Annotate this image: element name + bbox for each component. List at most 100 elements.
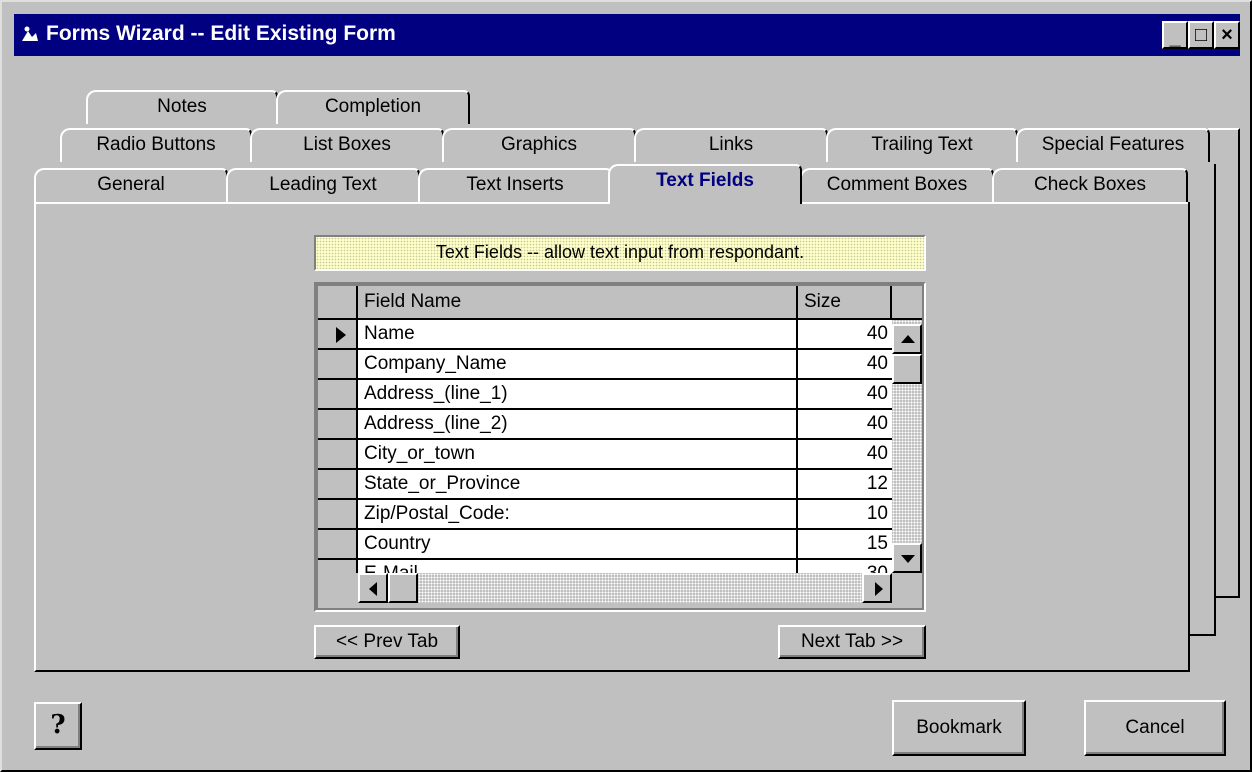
- tab-general[interactable]: General: [34, 168, 228, 202]
- field-name-cell[interactable]: State_or_Province: [358, 470, 798, 500]
- tab-label: Radio Buttons: [96, 134, 216, 155]
- info-banner: Text Fields -- allow text input from res…: [314, 235, 926, 271]
- close-icon: ×: [1221, 24, 1233, 46]
- banner-text: Text Fields -- allow text input from res…: [435, 242, 805, 262]
- tab-label: Special Features: [1041, 134, 1185, 155]
- size-cell[interactable]: 40: [798, 440, 892, 470]
- help-button[interactable]: ?: [34, 702, 82, 750]
- next-tab-button[interactable]: Next Tab >>: [778, 625, 926, 659]
- row-selector[interactable]: [318, 380, 358, 410]
- size-cell[interactable]: 30: [798, 560, 892, 573]
- size-cell[interactable]: 40: [798, 410, 892, 440]
- column-header-size[interactable]: Size: [798, 286, 892, 320]
- size-cell[interactable]: 12: [798, 470, 892, 500]
- tab-label: Check Boxes: [1034, 174, 1146, 195]
- window-title: Forms Wizard -- Edit Existing Form: [46, 22, 396, 45]
- field-name-cell[interactable]: Address_(line_2): [358, 410, 798, 440]
- tab-page-back-1: [1190, 164, 1216, 636]
- tab-label: Graphics: [500, 134, 578, 155]
- table-row[interactable]: Country 15: [318, 530, 892, 560]
- size-cell[interactable]: 40: [798, 350, 892, 380]
- size-cell[interactable]: 40: [798, 380, 892, 410]
- tab-text-inserts[interactable]: Text Inserts: [418, 168, 612, 202]
- table-row[interactable]: Address_(line_1) 40: [318, 380, 892, 410]
- bookmark-button[interactable]: Bookmark: [892, 700, 1026, 756]
- table-row[interactable]: State_or_Province 12: [318, 470, 892, 500]
- column-header-label: Size: [804, 291, 841, 312]
- arrow-down-icon: [901, 555, 915, 563]
- tab-leading-text[interactable]: Leading Text: [226, 168, 420, 202]
- row-selector[interactable]: [318, 440, 358, 470]
- row-selector[interactable]: [318, 530, 358, 560]
- tab-trailing-text[interactable]: Trailing Text: [826, 128, 1018, 162]
- title-bar[interactable]: Forms Wizard -- Edit Existing Form _ □ ×: [14, 14, 1240, 56]
- field-name-cell[interactable]: Name: [358, 320, 798, 350]
- grid-corner-header: [318, 286, 358, 320]
- table-row[interactable]: Zip/Postal_Code: 10: [318, 500, 892, 530]
- field-name-cell[interactable]: Country: [358, 530, 798, 560]
- field-name-cell[interactable]: Zip/Postal_Code:: [358, 500, 798, 530]
- help-icon: ?: [50, 710, 66, 740]
- horizontal-scrollbar[interactable]: [358, 573, 892, 603]
- size-cell[interactable]: 15: [798, 530, 892, 560]
- minimize-icon: _: [1169, 27, 1181, 49]
- wizard-app-icon: [22, 26, 38, 41]
- tab-label: General: [97, 174, 165, 195]
- column-header-label: Field Name: [364, 291, 462, 312]
- tab-notes[interactable]: Notes: [86, 90, 278, 124]
- tab-graphics[interactable]: Graphics: [442, 128, 636, 162]
- vertical-scroll-thumb[interactable]: [892, 354, 922, 384]
- row-selector[interactable]: [318, 500, 358, 530]
- table-row[interactable]: Address_(line_2) 40: [318, 410, 892, 440]
- arrow-up-icon: [901, 335, 915, 343]
- row-selector[interactable]: [318, 350, 358, 380]
- table-row[interactable]: Name 40: [318, 320, 892, 350]
- tab-label: Text Inserts: [466, 174, 564, 195]
- table-row[interactable]: City_or_town 40: [318, 440, 892, 470]
- horizontal-scroll-thumb[interactable]: [388, 573, 418, 603]
- row-selector[interactable]: [318, 560, 358, 573]
- row-selector[interactable]: [318, 410, 358, 440]
- page-top-edge-right: [800, 202, 1188, 204]
- table-row[interactable]: Company_Name 40: [318, 350, 892, 380]
- tab-check-boxes[interactable]: Check Boxes: [992, 168, 1188, 202]
- scroll-left-button[interactable]: [358, 573, 388, 603]
- close-button[interactable]: ×: [1214, 21, 1240, 49]
- tab-special-features[interactable]: Special Features: [1016, 128, 1210, 162]
- scrollbar-corner: [892, 573, 922, 608]
- maximize-button[interactable]: □: [1188, 21, 1214, 49]
- cancel-button[interactable]: Cancel: [1084, 700, 1226, 756]
- grid-bottom-left-filler: [318, 573, 358, 608]
- table-row[interactable]: E-Mail 30: [318, 560, 892, 573]
- minimize-button[interactable]: _: [1162, 21, 1188, 49]
- tab-radio-buttons[interactable]: Radio Buttons: [60, 128, 252, 162]
- tab-label: Text Fields: [656, 170, 754, 191]
- scroll-down-button[interactable]: [892, 543, 922, 573]
- column-header-field-name[interactable]: Field Name: [358, 286, 798, 320]
- field-name-cell[interactable]: E-Mail: [358, 560, 798, 573]
- page-top-edge-left: [36, 202, 610, 204]
- scroll-right-button[interactable]: [862, 573, 892, 603]
- tab-label: Leading Text: [269, 174, 377, 195]
- tab-links[interactable]: Links: [634, 128, 828, 162]
- tab-label: Links: [708, 134, 754, 155]
- row-selector[interactable]: [318, 320, 358, 350]
- field-name-cell[interactable]: Company_Name: [358, 350, 798, 380]
- tab-completion[interactable]: Completion: [276, 90, 470, 124]
- current-row-arrow-icon: [336, 327, 346, 343]
- vertical-scrollbar[interactable]: [892, 320, 922, 573]
- field-name-cell[interactable]: City_or_town: [358, 440, 798, 470]
- arrow-right-icon: [875, 582, 883, 596]
- tab-list-boxes[interactable]: List Boxes: [250, 128, 444, 162]
- scroll-up-button[interactable]: [892, 324, 922, 354]
- row-selector[interactable]: [318, 470, 358, 500]
- arrow-left-icon: [369, 582, 377, 596]
- field-name-cell[interactable]: Address_(line_1): [358, 380, 798, 410]
- prev-tab-button[interactable]: << Prev Tab: [314, 625, 460, 659]
- size-cell[interactable]: 10: [798, 500, 892, 530]
- tab-label: Completion: [324, 96, 422, 117]
- text-fields-grid[interactable]: Field Name Size Name 40 Company_Name 40: [314, 282, 926, 612]
- size-cell[interactable]: 40: [798, 320, 892, 350]
- tab-text-fields[interactable]: Text Fields: [608, 164, 802, 204]
- tab-comment-boxes[interactable]: Comment Boxes: [800, 168, 994, 202]
